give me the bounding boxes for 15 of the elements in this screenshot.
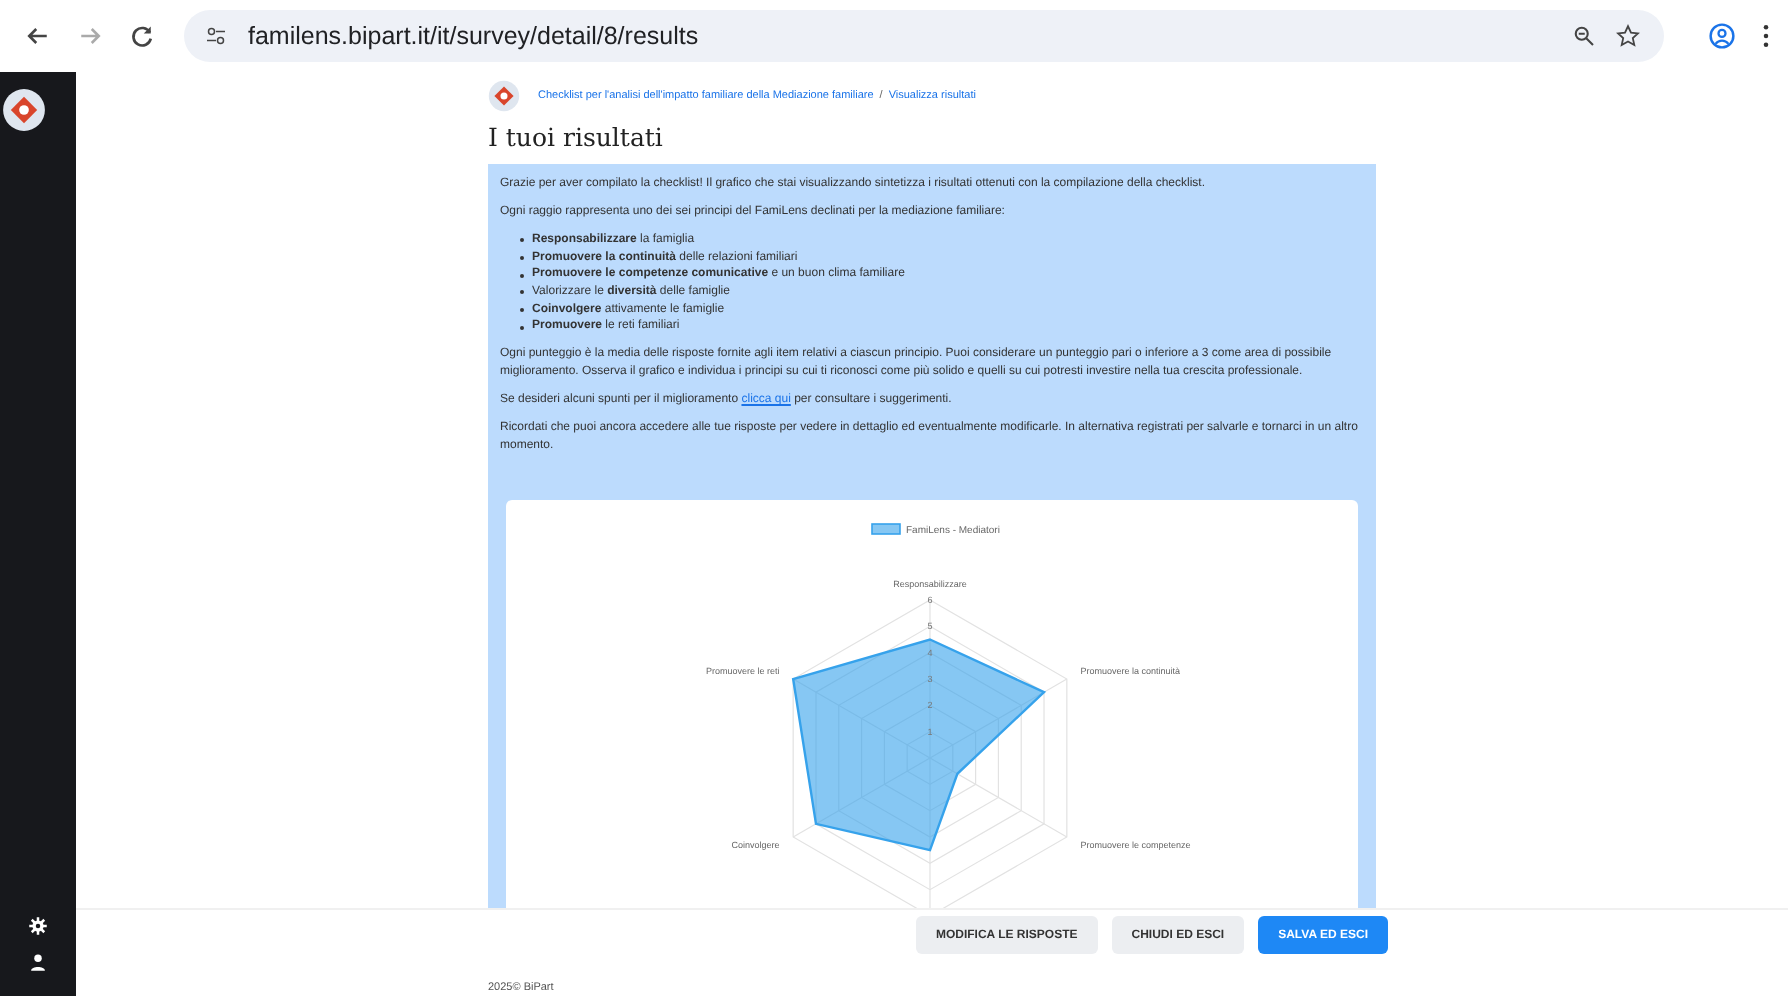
user-icon[interactable]	[28, 952, 48, 972]
logo-icon	[488, 80, 520, 112]
back-icon[interactable]	[24, 22, 52, 50]
menu-icon[interactable]	[1760, 22, 1772, 50]
page-title: I tuoi risultati	[488, 122, 665, 152]
account-icon[interactable]	[1708, 22, 1736, 50]
legend-swatch-icon[interactable]	[871, 523, 901, 536]
settings-icon[interactable]	[28, 916, 48, 936]
address-bar[interactable]: familens.bipart.it/it/survey/detail/8/results	[184, 10, 1664, 62]
zoom-icon[interactable]	[1572, 24, 1596, 48]
reload-icon[interactable]	[128, 22, 156, 50]
star-icon[interactable]	[1616, 24, 1640, 48]
logo-icon[interactable]	[2, 88, 46, 132]
url-text: familens.bipart.it/it/survey/detail/8/results	[248, 22, 699, 50]
site-settings-icon[interactable]	[204, 24, 228, 48]
